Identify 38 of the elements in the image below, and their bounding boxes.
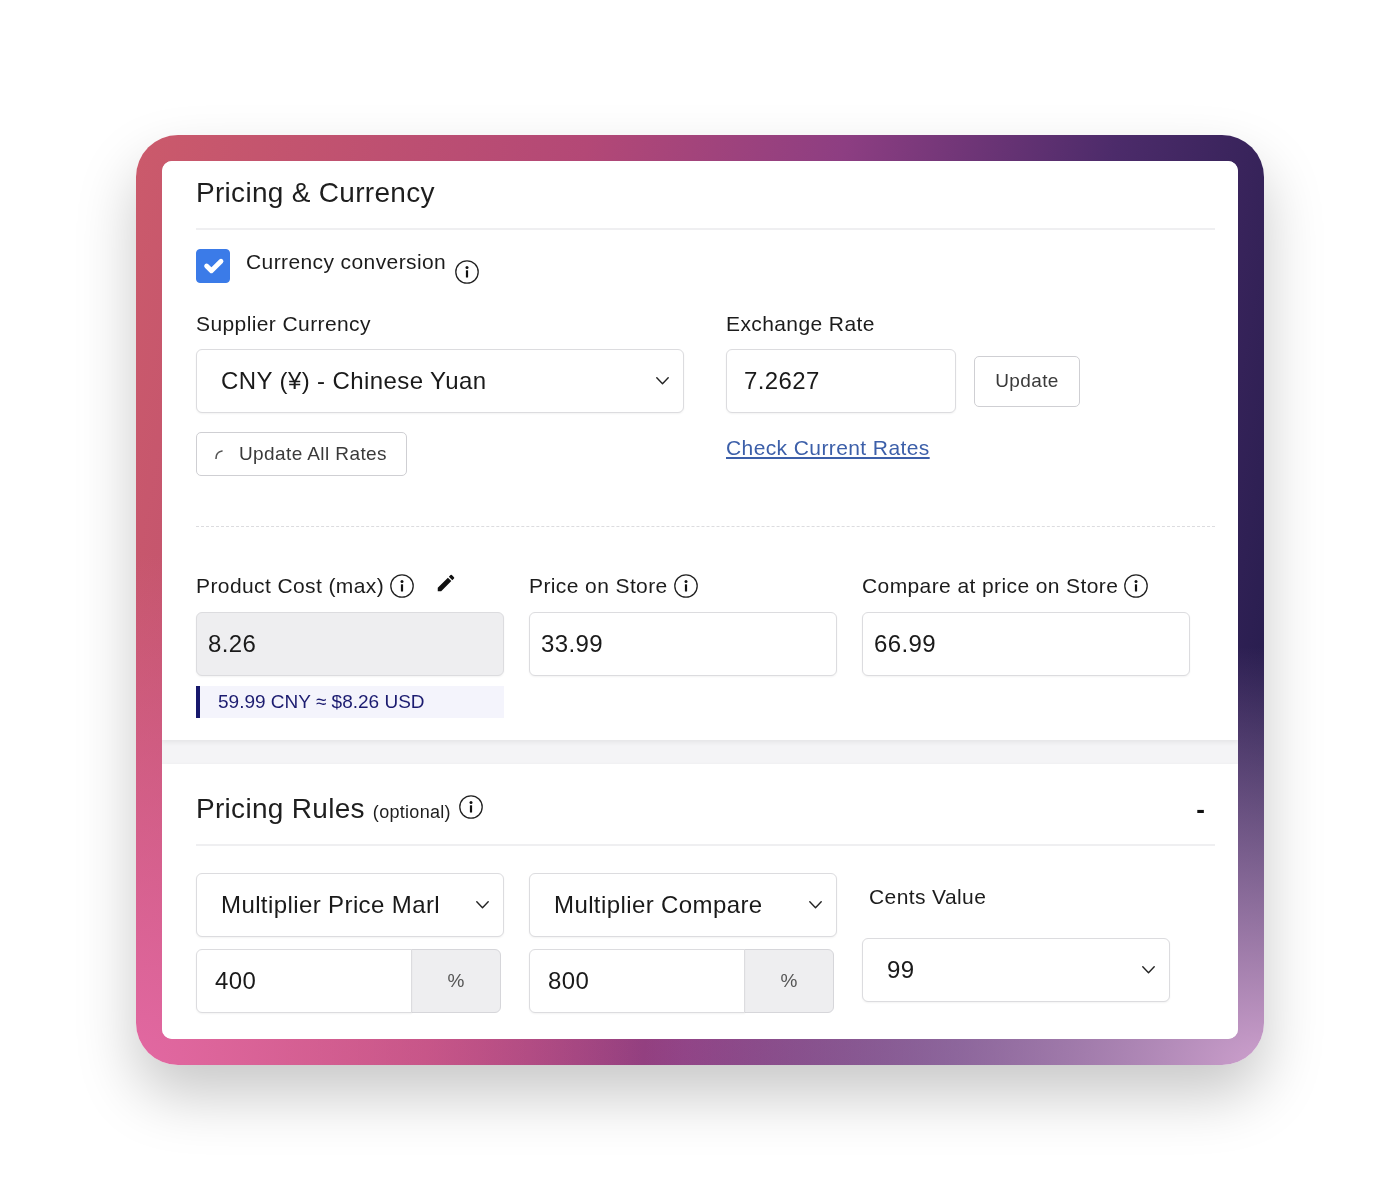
update-button[interactable]: Update [974,355,1080,407]
chevron-icon [809,901,822,909]
price-input[interactable]: 66.99 [862,612,1190,676]
method-select[interactable]: Multiplier Compare [529,873,837,937]
unit-addon: % [744,949,834,1013]
unit-addon: % [411,949,501,1013]
spinner-icon [215,449,223,459]
optional-label: (optional) [372,801,451,824]
info-icon[interactable] [1124,574,1149,598]
method-select[interactable]: Multiplier Price Marl [196,873,504,937]
field-label: Cents Value [869,885,987,909]
field-label: Compare at price on Store [862,574,1119,598]
multiplier-input[interactable]: 800 [529,949,745,1013]
section-title: Pricing & Currency [196,176,435,210]
field-label: Price on Store [529,574,668,598]
field-label: Product Cost (max) [196,574,385,598]
currency-select[interactable]: CNY (¥) - Chinese Yuan [196,349,684,413]
chevron-icon [656,377,669,385]
cents-select[interactable]: 99 [862,938,1170,1002]
exchange-rate-input[interactable]: 7.2627 [726,349,956,413]
update-all-rates-button[interactable]: Update All Rates [196,432,407,476]
info-icon[interactable] [390,574,415,598]
chevron-icon [1142,966,1155,974]
multiplier-input[interactable]: 400 [196,949,412,1013]
checkbox-label: Currency conversion [246,250,447,274]
info-icon[interactable] [455,260,480,284]
chevron-icon [476,901,489,909]
section-title: Pricing Rules [196,792,365,826]
price-input[interactable]: 33.99 [529,612,837,676]
collapse-toggle[interactable]: - [1186,796,1215,822]
price-input[interactable]: 8.26 [196,612,504,676]
field-label: Exchange Rate [726,312,875,336]
conversion-note: 59.99 CNY ≈ $8.26 USD [196,686,504,718]
info-icon[interactable] [458,795,483,819]
conversion-checkbox[interactable] [196,249,230,283]
info-icon[interactable] [673,574,698,598]
check-rates-link[interactable]: Check Current Rates [726,436,930,460]
field-label: Supplier Currency [196,312,371,336]
